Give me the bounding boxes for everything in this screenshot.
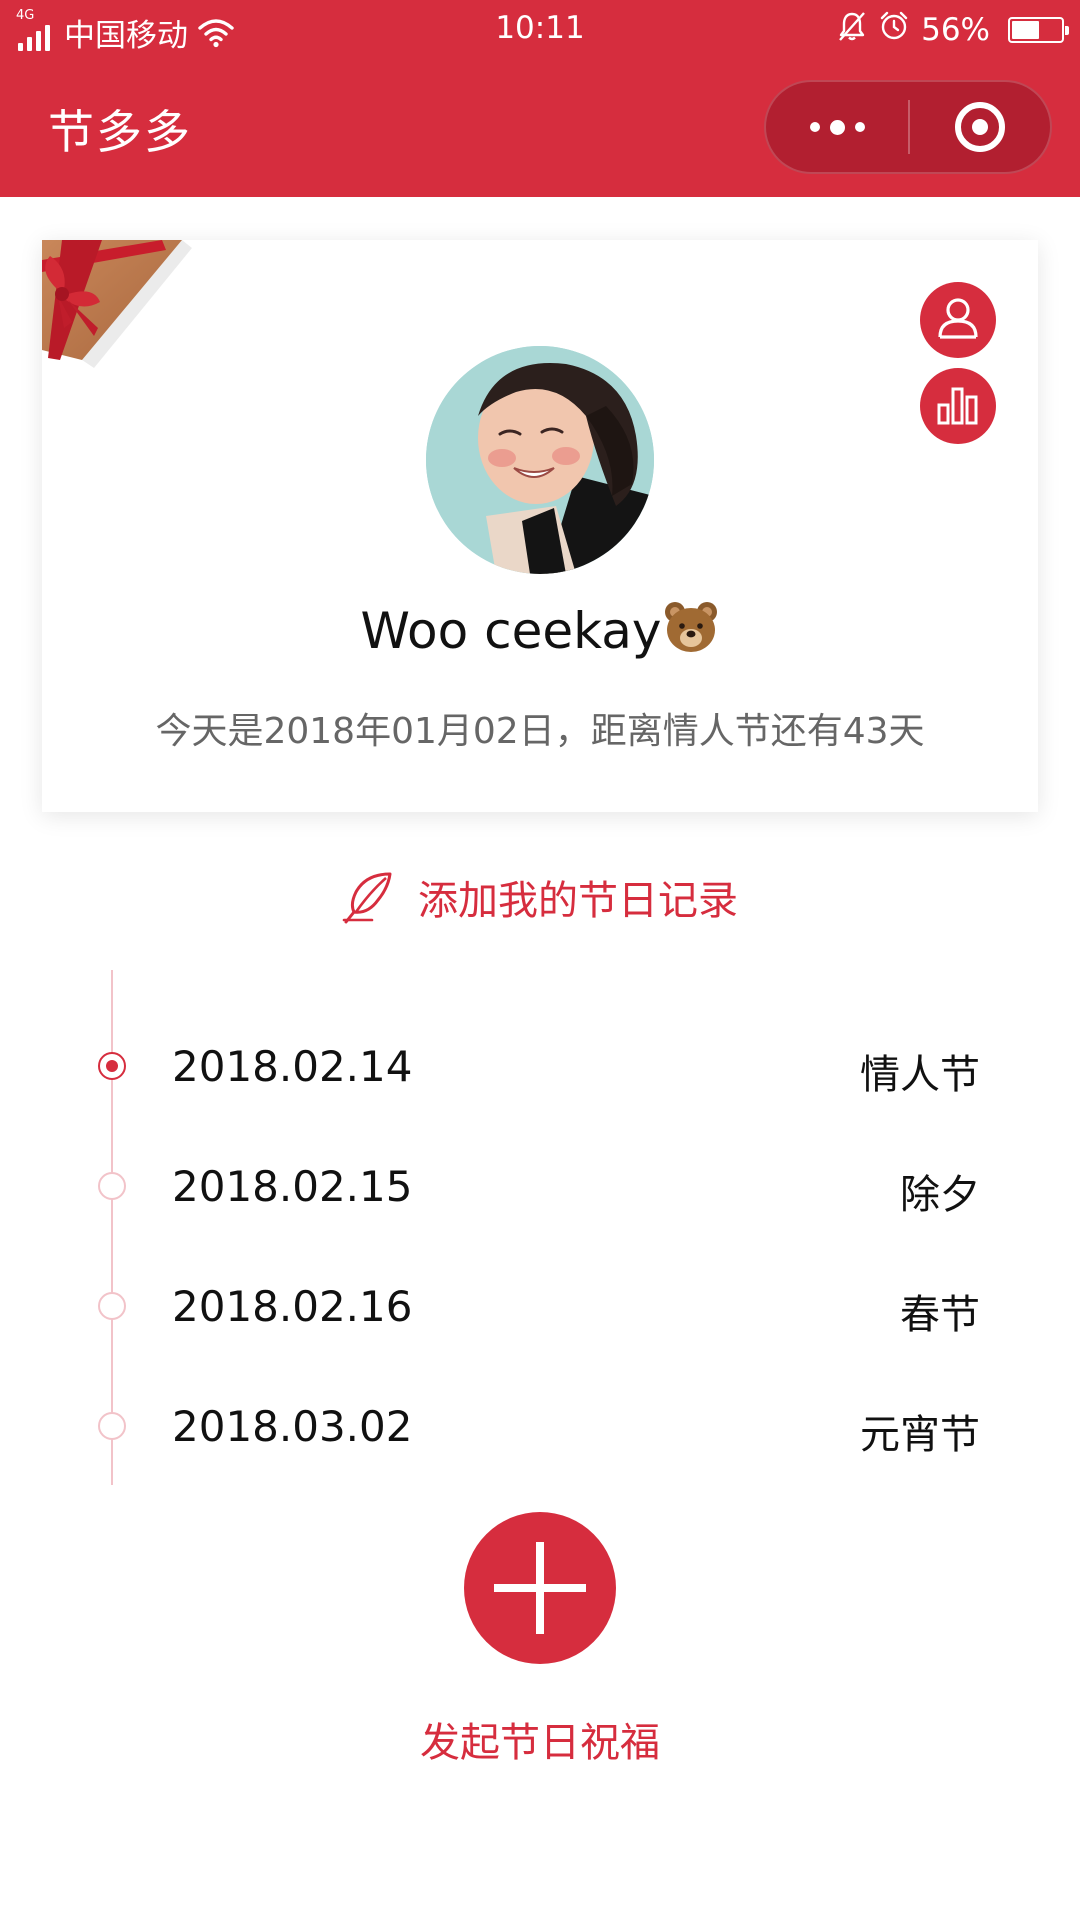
holiday-date: 2018.03.02 xyxy=(172,1402,413,1451)
send-greeting-label[interactable]: 发起节日祝福 xyxy=(0,1710,1080,1768)
top-bar: 4G 中国移动 10:11 56% 节多多 xyxy=(0,0,1080,197)
bear-emoji-icon xyxy=(663,600,719,654)
battery-fill xyxy=(1012,21,1039,39)
holiday-date: 2018.02.14 xyxy=(172,1042,413,1091)
timeline-item[interactable]: 2018.02.15 除夕 xyxy=(0,1146,1080,1226)
send-greeting-button[interactable] xyxy=(464,1512,616,1664)
username: Woo ceekay xyxy=(42,600,1038,660)
battery-icon xyxy=(1008,17,1069,43)
network-type: 4G xyxy=(16,8,35,23)
username-text: Woo ceekay xyxy=(360,602,662,660)
timeline-dot xyxy=(98,1052,126,1080)
mute-bell-icon xyxy=(837,10,867,50)
holiday-name: 元宵节 xyxy=(860,1412,980,1458)
bar-chart-icon xyxy=(935,381,981,431)
carrier-name: 中国移动 xyxy=(64,18,188,54)
wifi-icon xyxy=(198,18,234,48)
avatar[interactable] xyxy=(426,346,654,574)
add-record-button[interactable]: 添加我的节日记录 xyxy=(0,862,1080,932)
profile-card: Woo ceekay 今天是2018年01月02日，距离情人节还有43天 xyxy=(42,240,1038,812)
timeline-dot xyxy=(98,1292,126,1320)
battery-percent: 56% xyxy=(921,12,990,48)
status-right: 56% xyxy=(837,10,1069,50)
signal-icon xyxy=(18,23,50,51)
add-record-label: 添加我的节日记录 xyxy=(418,878,738,924)
status-bar: 4G 中国移动 10:11 56% xyxy=(0,0,1080,58)
timeline-dot xyxy=(98,1412,126,1440)
statistics-button[interactable] xyxy=(920,368,996,444)
holiday-date: 2018.02.16 xyxy=(172,1282,413,1331)
user-profile-button[interactable] xyxy=(920,282,996,358)
countdown-message: 今天是2018年01月02日，距离情人节还有43天 xyxy=(155,711,925,752)
gift-box-decoration xyxy=(42,240,202,390)
target-close-icon[interactable] xyxy=(910,82,1050,172)
holiday-name: 春节 xyxy=(900,1292,980,1338)
more-dots-icon[interactable] xyxy=(766,82,908,172)
timeline-dot xyxy=(98,1172,126,1200)
holiday-timeline: 2018.02.14 情人节 2018.02.15 除夕 2018.02.16 … xyxy=(0,970,1080,1485)
holiday-date: 2018.02.15 xyxy=(172,1162,413,1211)
status-left: 4G 中国移动 xyxy=(16,8,234,55)
quill-icon xyxy=(342,870,396,924)
alarm-clock-icon xyxy=(879,10,909,50)
holiday-name: 情人节 xyxy=(860,1052,980,1098)
user-icon xyxy=(935,295,981,345)
page-title: 节多多 xyxy=(48,105,192,159)
timeline-item[interactable]: 2018.03.02 元宵节 xyxy=(0,1386,1080,1466)
timeline-item[interactable]: 2018.02.16 春节 xyxy=(0,1266,1080,1346)
mini-program-capsule xyxy=(764,80,1052,174)
timeline-item[interactable]: 2018.02.14 情人节 xyxy=(0,1026,1080,1106)
holiday-name: 除夕 xyxy=(900,1172,980,1218)
